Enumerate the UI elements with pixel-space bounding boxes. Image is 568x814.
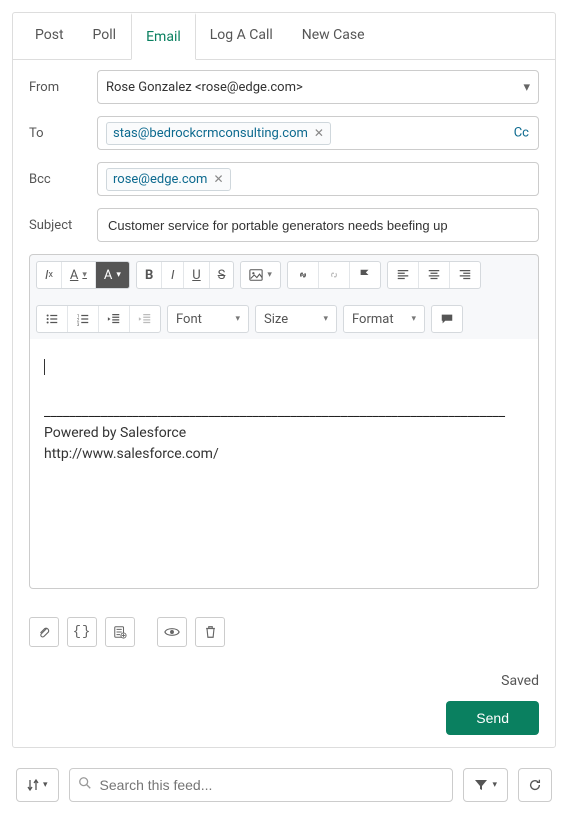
chevron-down-icon: ▾ xyxy=(523,80,530,95)
bcc-row: Bcc rose@edge.com ✕ xyxy=(29,162,539,196)
align-center-button[interactable] xyxy=(419,262,450,288)
signature-line-2: http://www.salesforce.com/ xyxy=(44,444,524,465)
tab-new-case[interactable]: New Case xyxy=(288,13,380,59)
indent-button[interactable] xyxy=(130,306,160,332)
italic-button[interactable]: I xyxy=(162,262,184,288)
font-family-label: Font xyxy=(176,312,202,327)
align-right-icon xyxy=(458,268,472,282)
feed-footer: ▾ ▾ xyxy=(0,760,568,814)
link-button[interactable] xyxy=(288,262,319,288)
font-family-select[interactable]: Font▾ xyxy=(167,305,249,333)
indent-icon xyxy=(138,312,152,326)
font-color-button[interactable]: A▾ xyxy=(62,262,96,288)
insert-template-button[interactable] xyxy=(105,617,135,647)
bcc-chip[interactable]: rose@edge.com ✕ xyxy=(106,168,231,191)
bullet-list-button[interactable] xyxy=(37,306,68,332)
subject-row: Subject xyxy=(29,208,539,242)
subject-input[interactable] xyxy=(97,208,539,242)
signature-divider: ________________________________________… xyxy=(44,402,524,423)
format-label: Format xyxy=(352,312,394,327)
rich-text-editor: Ix A▾ A▾ B I U S ▾ xyxy=(29,254,539,589)
align-right-button[interactable] xyxy=(450,262,480,288)
cc-toggle[interactable]: Cc xyxy=(514,126,529,141)
compose-panel: Post Poll Email Log A Call New Case From… xyxy=(12,12,556,748)
eye-icon xyxy=(164,625,180,639)
publisher-tabs: Post Poll Email Log A Call New Case xyxy=(13,13,555,60)
subject-label: Subject xyxy=(29,218,97,233)
text-cursor xyxy=(44,357,524,378)
underline-button[interactable]: U xyxy=(184,262,209,288)
funnel-icon xyxy=(474,779,488,791)
link-icon xyxy=(296,268,310,282)
format-select[interactable]: Format▾ xyxy=(343,305,425,333)
close-icon[interactable]: ✕ xyxy=(213,172,223,186)
align-left-button[interactable] xyxy=(388,262,419,288)
save-status: Saved xyxy=(13,673,555,689)
tab-email[interactable]: Email xyxy=(131,13,196,60)
strikethrough-button[interactable]: S xyxy=(210,262,234,288)
outdent-button[interactable] xyxy=(99,306,130,332)
bold-button[interactable]: B xyxy=(137,262,162,288)
signature-line-1: Powered by Salesforce xyxy=(44,423,524,444)
attach-file-button[interactable] xyxy=(29,617,59,647)
tab-post[interactable]: Post xyxy=(21,13,79,59)
bcc-input[interactable]: rose@edge.com ✕ xyxy=(97,162,539,196)
refresh-button[interactable] xyxy=(518,768,552,802)
refresh-icon xyxy=(528,778,542,792)
search-input[interactable] xyxy=(69,768,454,802)
chat-icon xyxy=(440,312,454,326)
unlink-icon xyxy=(327,268,341,282)
numbered-list-button[interactable]: 123 xyxy=(68,306,99,332)
to-chip-text: stas@bedrockcrmconsulting.com xyxy=(113,126,308,141)
outdent-icon xyxy=(107,312,121,326)
merge-field-button[interactable]: {} xyxy=(67,617,97,647)
remove-format-button[interactable]: Ix xyxy=(37,262,62,288)
sort-icon xyxy=(27,778,39,792)
highlight-button[interactable]: A▾ xyxy=(96,262,129,288)
align-left-icon xyxy=(396,268,410,282)
to-chip[interactable]: stas@bedrockcrmconsulting.com ✕ xyxy=(106,122,331,145)
paperclip-icon xyxy=(37,625,51,639)
image-button[interactable]: ▾ xyxy=(241,262,280,288)
from-row: From Rose Gonzalez <rose@edge.com> ▾ xyxy=(29,70,539,104)
font-size-select[interactable]: Size▾ xyxy=(255,305,337,333)
chat-button[interactable] xyxy=(432,306,462,332)
clear-button[interactable] xyxy=(195,617,225,647)
flag-icon xyxy=(358,268,372,282)
unlink-button[interactable] xyxy=(319,262,350,288)
numbers-icon: 123 xyxy=(76,312,90,326)
bullets-icon xyxy=(45,312,59,326)
template-icon xyxy=(113,625,127,639)
trash-icon xyxy=(204,625,217,639)
tab-poll[interactable]: Poll xyxy=(79,13,132,59)
to-label: To xyxy=(29,126,97,141)
svg-text:3: 3 xyxy=(77,323,80,326)
bcc-label: Bcc xyxy=(29,172,97,187)
search-feed xyxy=(69,768,454,802)
compose-tools: {} xyxy=(13,617,555,647)
from-label: From xyxy=(29,80,97,95)
to-row: To stas@bedrockcrmconsulting.com ✕ Cc xyxy=(29,116,539,150)
preview-button[interactable] xyxy=(157,617,187,647)
anchor-button[interactable] xyxy=(350,262,380,288)
close-icon[interactable]: ✕ xyxy=(314,126,324,140)
send-button[interactable]: Send xyxy=(446,701,539,735)
editor-body[interactable]: ________________________________________… xyxy=(29,339,539,589)
image-icon xyxy=(249,268,263,282)
to-input[interactable]: stas@bedrockcrmconsulting.com ✕ xyxy=(97,116,539,150)
font-size-label: Size xyxy=(264,312,288,327)
from-select[interactable]: Rose Gonzalez <rose@edge.com> ▾ xyxy=(97,70,539,104)
tab-log-a-call[interactable]: Log A Call xyxy=(196,13,288,59)
from-value: Rose Gonzalez <rose@edge.com> xyxy=(106,80,303,95)
bcc-chip-text: rose@edge.com xyxy=(113,172,207,187)
align-center-icon xyxy=(427,268,441,282)
editor-toolbar: Ix A▾ A▾ B I U S ▾ xyxy=(29,254,539,339)
filter-button[interactable]: ▾ xyxy=(463,768,508,802)
search-icon xyxy=(78,776,92,794)
email-fields: From Rose Gonzalez <rose@edge.com> ▾ To … xyxy=(13,60,555,242)
sort-button[interactable]: ▾ xyxy=(16,768,59,802)
